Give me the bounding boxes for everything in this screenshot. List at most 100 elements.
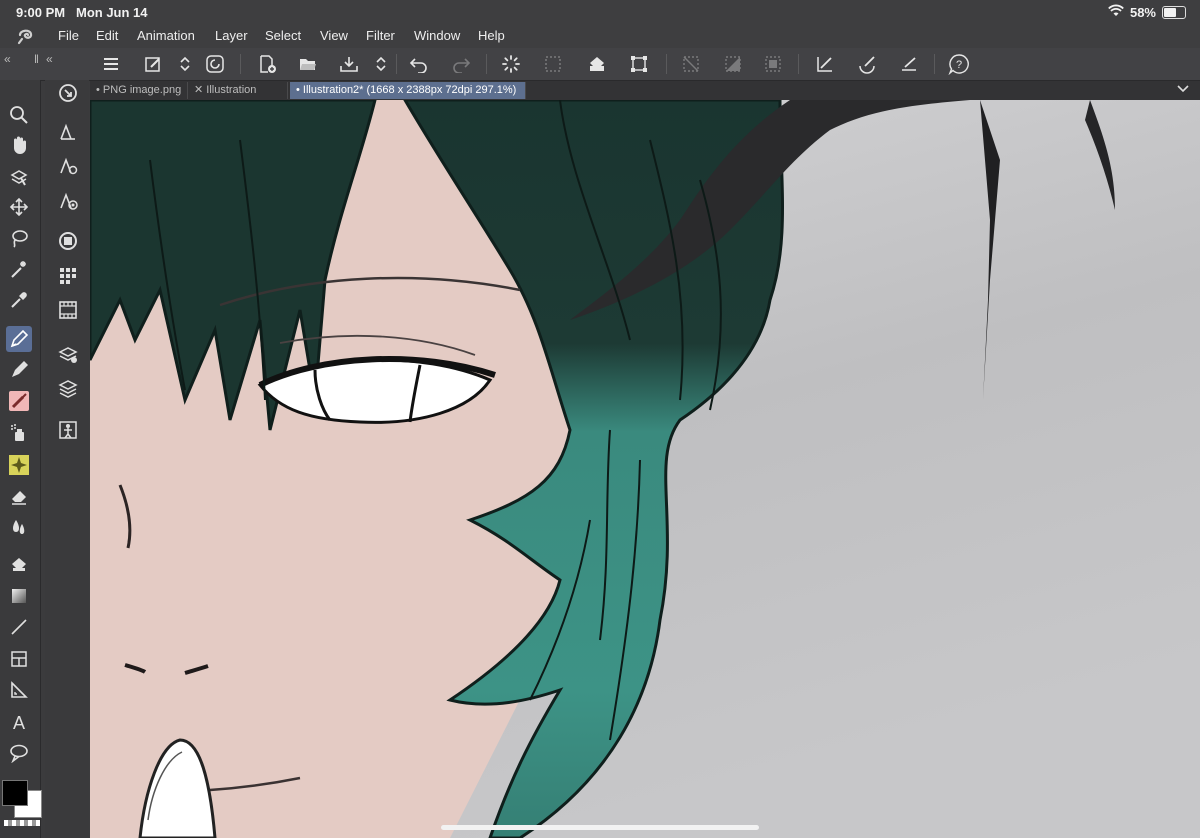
brush-icon[interactable] — [6, 388, 32, 414]
menu-file[interactable]: File — [58, 28, 79, 43]
battery-percent: 58% — [1129, 5, 1156, 20]
status-date: Mon Jun 14 — [76, 5, 148, 20]
redo-icon[interactable] — [448, 52, 474, 76]
toolbar-divider — [934, 54, 935, 74]
color-swatches[interactable] — [2, 774, 42, 826]
color-set-icon[interactable] — [55, 263, 81, 289]
fill-icon[interactable] — [6, 552, 32, 578]
menu-view[interactable]: View — [320, 28, 348, 43]
toolbar-divider — [798, 54, 799, 74]
menu-filter[interactable]: Filter — [366, 28, 395, 43]
transparent-color-swatch[interactable] — [4, 820, 40, 826]
tab-marker: • — [96, 84, 100, 96]
tab-label: PNG image.png — [102, 84, 182, 96]
document-tabs: • PNG image.png ✕ Illustration • Illustr… — [90, 81, 1200, 100]
pencil-icon[interactable] — [6, 357, 32, 383]
grid-snap-icon[interactable] — [896, 52, 922, 76]
tool-palette: A — [0, 80, 42, 838]
decoration-icon[interactable] — [6, 452, 32, 478]
tab-marker: • — [296, 84, 300, 96]
collapse-right-icon[interactable]: « — [46, 52, 53, 66]
ruler-snap-icon[interactable] — [812, 52, 838, 76]
clear-selection-icon[interactable] — [540, 52, 566, 76]
speech-balloon-icon[interactable] — [6, 740, 32, 766]
sub-tool-icon[interactable] — [55, 119, 81, 145]
selection-border-icon[interactable] — [760, 52, 786, 76]
lasso-icon[interactable] — [6, 225, 32, 251]
svg-text:A: A — [13, 713, 25, 732]
status-time: 9:00 PM — [16, 5, 66, 20]
battery-icon — [1162, 6, 1186, 19]
pen-icon[interactable] — [6, 326, 32, 352]
eraser-icon[interactable] — [6, 483, 32, 509]
menu-layer[interactable]: Layer — [215, 28, 248, 43]
app-logo-icon[interactable] — [16, 27, 36, 45]
drawing-canvas[interactable] — [90, 100, 1200, 838]
menu-animation[interactable]: Animation — [137, 28, 195, 43]
magic-wand-icon[interactable] — [6, 256, 32, 282]
line-figure-icon[interactable] — [6, 614, 32, 640]
frame-border-icon[interactable] — [6, 646, 32, 672]
illustration-artwork — [90, 100, 1200, 838]
foreground-color-swatch[interactable] — [2, 780, 28, 806]
hide-selection-icon[interactable] — [678, 52, 704, 76]
open-folder-icon[interactable] — [295, 52, 321, 76]
layer-move-icon[interactable] — [6, 164, 32, 190]
loading-spinner-icon[interactable] — [498, 52, 524, 76]
menu-bar: File Edit Animation Layer Select View Fi… — [0, 24, 1200, 48]
text-icon[interactable]: A — [6, 709, 32, 735]
layer-property-icon[interactable] — [55, 342, 81, 368]
toolbar-divider — [396, 54, 397, 74]
tool-property-icon[interactable] — [55, 153, 81, 179]
panel-divider-icon[interactable]: ‖ — [34, 52, 39, 66]
save-options-chevron-icon[interactable] — [368, 52, 394, 76]
help-icon[interactable]: ? — [946, 52, 972, 76]
main-menu-icon[interactable] — [98, 52, 124, 76]
airbrush-icon[interactable] — [6, 420, 32, 446]
menu-edit[interactable]: Edit — [96, 28, 118, 43]
toolbar-divider — [666, 54, 667, 74]
special-ruler-snap-icon[interactable] — [854, 52, 880, 76]
undo-icon[interactable] — [406, 52, 432, 76]
layers-icon[interactable] — [55, 375, 81, 401]
navigator-icon[interactable] — [55, 80, 81, 106]
tab-close-icon[interactable]: ✕ — [194, 84, 203, 96]
wifi-icon — [1108, 4, 1124, 16]
tab-label: Illustration2* (1668 x 2388px 72dpi 297.… — [302, 84, 517, 96]
toolbar-divider — [486, 54, 487, 74]
companion-mode-icon[interactable] — [202, 52, 228, 76]
gradient-icon[interactable] — [6, 583, 32, 609]
eyedropper-icon[interactable] — [6, 287, 32, 313]
chevron-updown-icon[interactable] — [172, 52, 198, 76]
collapse-left-icon[interactable]: « — [4, 52, 11, 66]
svg-text:?: ? — [956, 59, 962, 71]
menu-select[interactable]: Select — [265, 28, 301, 43]
hand-icon[interactable] — [6, 132, 32, 158]
tab-illustration[interactable]: ✕ Illustration — [188, 82, 288, 99]
brush-size-icon[interactable] — [55, 188, 81, 214]
tab-illustration2[interactable]: • Illustration2* (1668 x 2388px 72dpi 29… — [290, 82, 526, 99]
menu-window[interactable]: Window — [414, 28, 460, 43]
toolbar-divider — [240, 54, 241, 74]
material-icon[interactable] — [55, 417, 81, 443]
menu-help[interactable]: Help — [478, 28, 505, 43]
status-bar: 9:00 PM Mon Jun 14 58% — [0, 0, 1200, 24]
color-wheel-icon[interactable] — [55, 228, 81, 254]
blend-icon[interactable] — [6, 514, 32, 540]
timeline-icon[interactable] — [55, 297, 81, 323]
secondary-palette — [45, 80, 89, 838]
fill-bucket-icon[interactable] — [584, 52, 610, 76]
move-arrows-icon[interactable] — [6, 194, 32, 220]
edit-file-icon[interactable] — [140, 52, 166, 76]
new-file-icon[interactable] — [254, 52, 280, 76]
save-icon[interactable] — [336, 52, 362, 76]
ruler-icon[interactable] — [6, 677, 32, 703]
home-indicator[interactable] — [441, 825, 759, 830]
transform-icon[interactable] — [626, 52, 652, 76]
tab-png-image[interactable]: • PNG image.png — [90, 82, 188, 99]
command-bar: « ‖ « ? — [0, 48, 1200, 81]
chevron-down-icon[interactable] — [1176, 83, 1190, 95]
tone-area-icon[interactable] — [720, 52, 746, 76]
tab-label: Illustration — [206, 84, 257, 96]
zoom-icon[interactable] — [6, 102, 32, 128]
